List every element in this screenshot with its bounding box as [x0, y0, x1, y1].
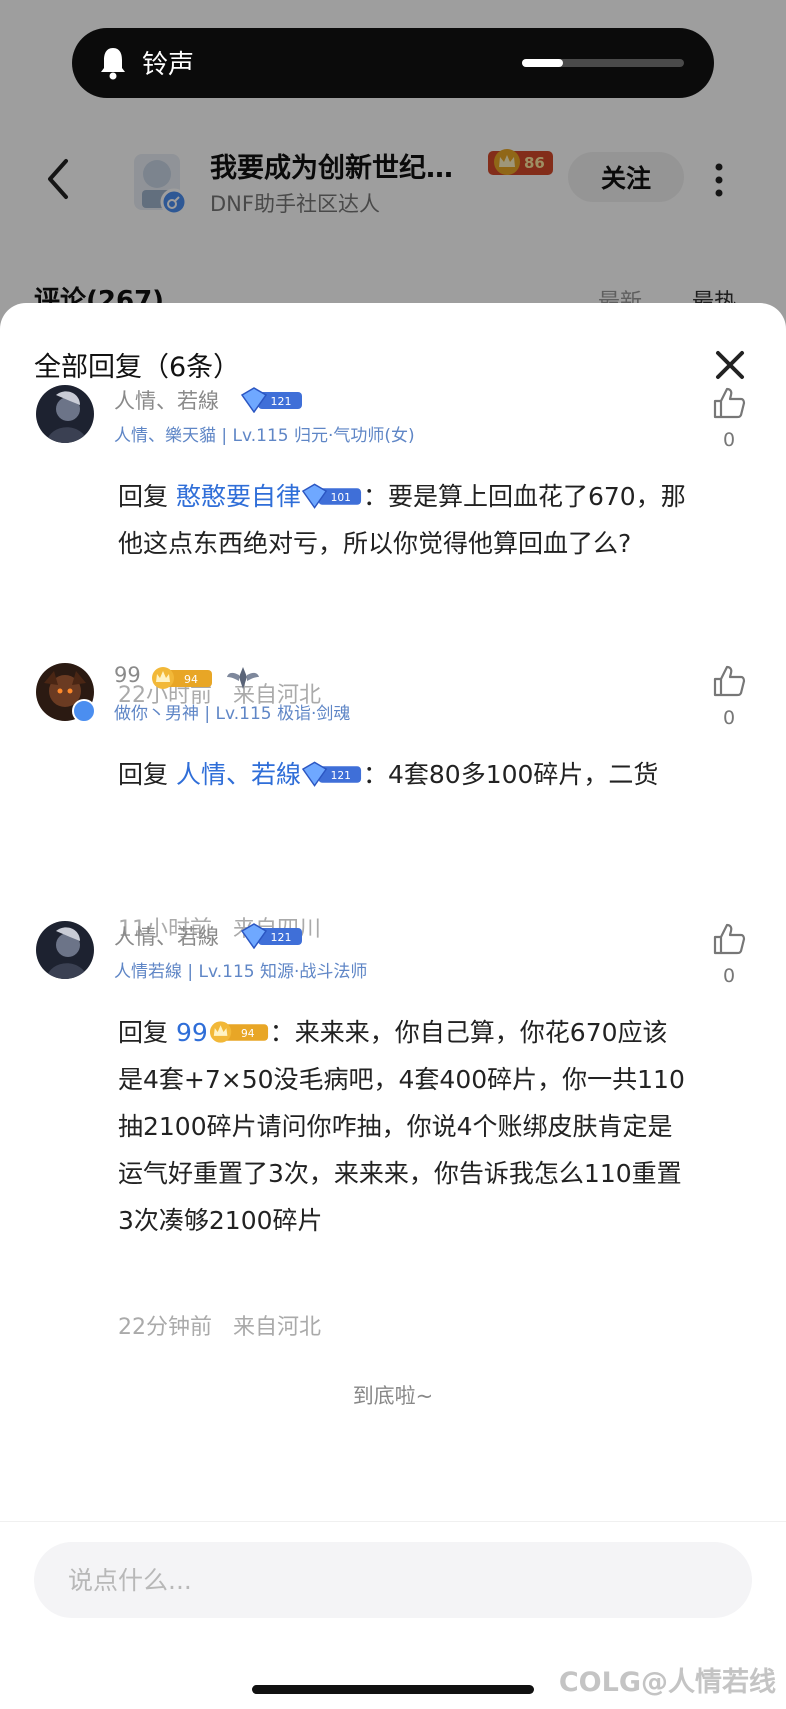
diamond-level-badge: 121 [240, 923, 302, 949]
comment-input-bar: COLG@人情若线 [0, 1521, 786, 1709]
comment-time: 22分钟前 来自河北 [118, 1309, 321, 1341]
sheet-title: 全部回复（6条） [34, 352, 241, 383]
user-name[interactable]: 99 [114, 663, 141, 687]
like-count: 0 [722, 429, 736, 451]
user-name[interactable]: 人情、若線 [114, 385, 219, 415]
like-button[interactable]: 0 [708, 663, 750, 729]
thumbs-up-icon [713, 387, 746, 419]
gold-level-badge: 94 [152, 667, 212, 689]
reply-to-user[interactable]: 99 [176, 1018, 208, 1047]
comment-input[interactable] [34, 1542, 752, 1618]
wing-emblem-icon [227, 667, 259, 689]
user-meta: 人情、樂天貓 | Lv.115 归元·气功师(女) [114, 426, 415, 446]
badge-level-text: 101 [331, 491, 351, 504]
badge-level-text: 121 [271, 395, 292, 408]
reply-word: 回复 [118, 482, 169, 511]
watermark: COLG@人情若线 [558, 1667, 776, 1698]
comment-body: 回复 憨憨要自律 101 ：要是算上回血花了670，那他这点东西绝对亏，所以你觉得他… [118, 473, 688, 567]
comment-text: ：来来来，你自己算，你花670应该是4套+7×50没毛病吧，4套400碎片，你一… [118, 1018, 685, 1235]
user-avatar[interactable] [36, 385, 94, 443]
comment-text: ：4套80多100碎片，二货 [362, 760, 659, 789]
badge-level-text: 94 [184, 673, 198, 686]
replies-sheet: 全部回复（6条） 人情、若線 121 人情、樂天貓 | Lv.115 归元·气功… [0, 303, 786, 1709]
end-of-list-hint: 到底啦~ [352, 1384, 434, 1408]
badge-level-text: 121 [271, 931, 292, 944]
gold-level-badge: 94 [209, 1021, 268, 1043]
like-count: 0 [722, 965, 736, 987]
reply-word: 回复 [118, 1018, 169, 1047]
close-icon[interactable] [712, 347, 748, 383]
like-button[interactable]: 0 [708, 385, 750, 451]
user-meta: 人情若線 | Lv.115 知源·战斗法师 [114, 962, 368, 982]
ringer-label: 铃声 [142, 50, 195, 80]
user-name[interactable]: 人情、若線 [114, 921, 219, 951]
bell-icon [101, 48, 125, 80]
ringer-indicator: 铃声 [72, 28, 714, 98]
like-count: 0 [722, 707, 736, 729]
male-gender-icon [72, 699, 96, 723]
badge-level-text: 121 [331, 769, 351, 782]
location: 来自河北 [232, 1315, 321, 1340]
diamond-level-badge: 121 [301, 761, 362, 787]
reply-word: 回复 [118, 760, 169, 789]
comment-body: 回复 人情、若線 121 ：4套80多100碎片，二货 [118, 751, 688, 798]
user-meta: 做你丶男神 | Lv.115 极诣·剑魂 [114, 704, 351, 724]
time-ago: 22分钟前 [118, 1315, 212, 1340]
reply-to-user[interactable]: 憨憨要自律 [176, 482, 301, 511]
diamond-level-badge: 101 [301, 483, 362, 509]
thumbs-up-icon [713, 923, 746, 955]
like-button[interactable]: 0 [708, 921, 750, 987]
user-avatar[interactable] [36, 921, 94, 979]
reply-to-user[interactable]: 人情、若線 [176, 760, 301, 789]
volume-track [522, 59, 684, 67]
comment-body: 回复 99 94 ：来来来，你自己算，你花670应该是4套+7×50没毛病吧，4套4… [118, 1009, 688, 1244]
thumbs-up-icon [713, 665, 746, 697]
volume-fill [522, 59, 563, 67]
badge-level-text: 94 [241, 1027, 255, 1040]
diamond-level-badge: 121 [240, 387, 302, 413]
home-indicator[interactable] [252, 1685, 534, 1694]
